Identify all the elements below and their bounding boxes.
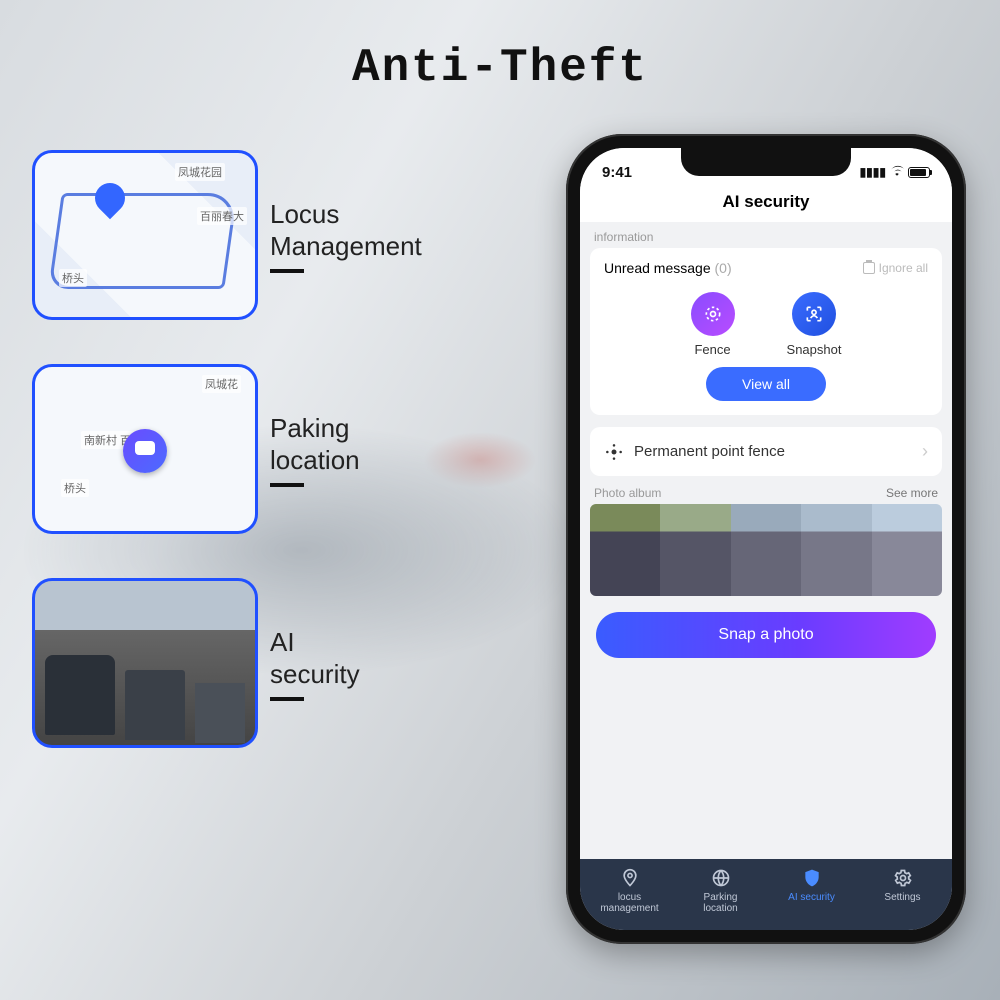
ignore-all-button[interactable]: Ignore all bbox=[863, 261, 928, 275]
map-label: 桥头 bbox=[59, 269, 87, 287]
map-label: 凤城花 bbox=[202, 375, 241, 393]
permanent-fence-row[interactable]: Permanent point fence › bbox=[590, 427, 942, 476]
feature-locus-thumb: 凤城花园 百丽春大 桥头 bbox=[32, 150, 258, 320]
feature-parking: 凤城花 南新村 百丽 桥头 Paking location bbox=[32, 364, 522, 534]
section-label-information: information bbox=[580, 222, 952, 248]
point-fence-icon bbox=[604, 442, 624, 462]
feature-locus: 凤城花园 百丽春大 桥头 Locus Management bbox=[32, 150, 522, 320]
map-label: 桥头 bbox=[61, 479, 89, 497]
feature-ai-security: AI security bbox=[32, 578, 522, 748]
status-time: 9:41 bbox=[602, 164, 632, 181]
snapshot-button[interactable]: Snapshot bbox=[787, 292, 842, 357]
globe-icon bbox=[710, 867, 732, 889]
map-label: 凤城花园 bbox=[175, 163, 225, 181]
underline bbox=[270, 269, 304, 273]
feature-ai-thumb bbox=[32, 578, 258, 748]
tab-locus[interactable]: locusmanagement bbox=[584, 867, 675, 914]
map-label: 百丽春大 bbox=[197, 207, 247, 225]
feature-title-line1: AI bbox=[270, 626, 360, 659]
tab-bar: locusmanagement Parkinglocation AI secur… bbox=[580, 859, 952, 930]
snap-photo-button[interactable]: Snap a photo bbox=[596, 612, 936, 658]
feature-title-line2: location bbox=[270, 444, 360, 477]
underline bbox=[270, 697, 304, 701]
photo-album-label: Photo album bbox=[594, 486, 661, 500]
view-all-button[interactable]: View all bbox=[706, 367, 826, 401]
feature-title-line2: security bbox=[270, 658, 360, 691]
feature-list: 凤城花园 百丽春大 桥头 Locus Management 凤城花 南新村 百丽… bbox=[32, 150, 522, 748]
phone-screen: 9:41 ▮▮▮▮ AI security information Unread… bbox=[580, 148, 952, 930]
tab-parking[interactable]: Parkinglocation bbox=[675, 867, 766, 914]
unread-message-label: Unread message (0) bbox=[604, 260, 732, 276]
car-icon bbox=[135, 441, 155, 455]
fence-icon bbox=[691, 292, 735, 336]
app-header-title: AI security bbox=[580, 188, 952, 222]
tab-ai-security[interactable]: AI security bbox=[766, 867, 857, 914]
gear-icon bbox=[892, 867, 914, 889]
underline bbox=[270, 483, 304, 487]
shield-icon bbox=[801, 867, 823, 889]
pin-icon bbox=[619, 867, 641, 889]
photo-album-strip[interactable] bbox=[590, 504, 942, 596]
feature-parking-thumb: 凤城花 南新村 百丽 桥头 bbox=[32, 364, 258, 534]
tab-settings[interactable]: Settings bbox=[857, 867, 948, 914]
information-card: Unread message (0) Ignore all Fence bbox=[590, 248, 942, 415]
wifi-icon bbox=[890, 165, 904, 179]
battery-icon bbox=[908, 167, 930, 178]
see-more-button[interactable]: See more bbox=[886, 486, 938, 500]
page-title: Anti-Theft bbox=[0, 42, 1000, 94]
snapshot-icon bbox=[792, 292, 836, 336]
signal-icon: ▮▮▮▮ bbox=[860, 165, 886, 179]
phone-frame: 9:41 ▮▮▮▮ AI security information Unread… bbox=[566, 134, 966, 944]
feature-title-line2: Management bbox=[270, 230, 422, 263]
fence-button[interactable]: Fence bbox=[691, 292, 735, 357]
feature-title-line1: Locus bbox=[270, 198, 422, 231]
phone-notch bbox=[681, 148, 851, 176]
feature-title-line1: Paking bbox=[270, 412, 360, 445]
chevron-right-icon: › bbox=[922, 441, 928, 462]
trash-icon bbox=[863, 262, 875, 274]
